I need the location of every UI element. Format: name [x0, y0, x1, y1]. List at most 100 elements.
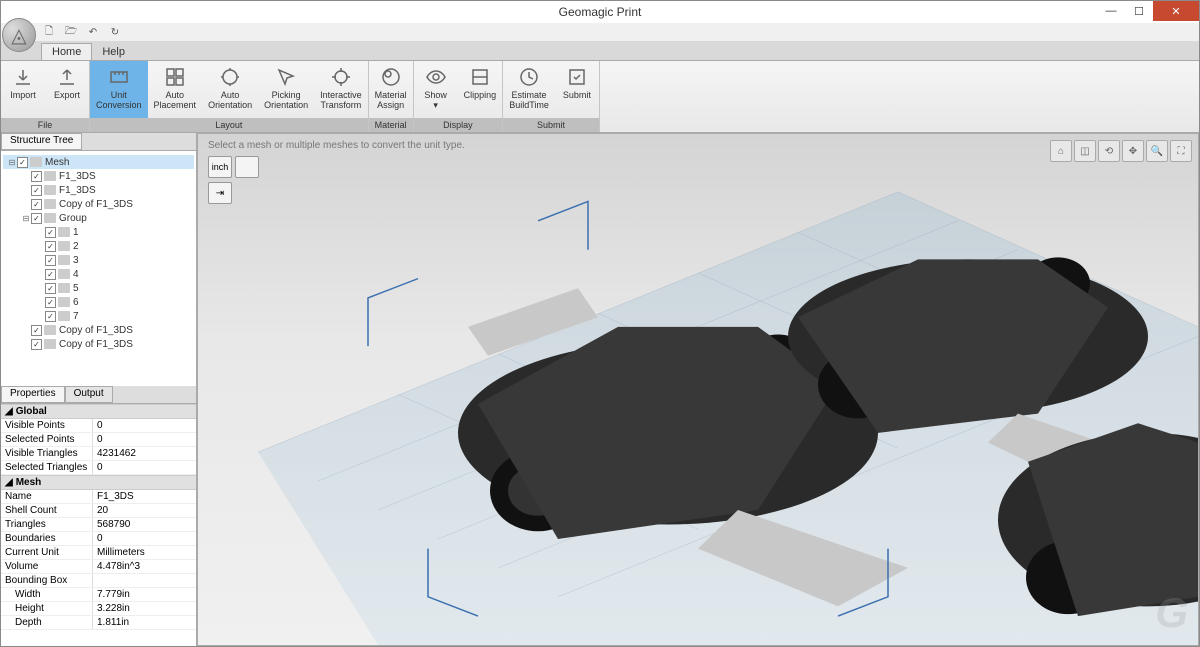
view-zoom-icon[interactable]: 🔍 [1146, 140, 1168, 162]
close-button[interactable]: ✕ [1153, 1, 1199, 21]
view-rotate-icon[interactable]: ⟲ [1098, 140, 1120, 162]
maximize-button[interactable]: ☐ [1125, 1, 1153, 21]
prop-section-header[interactable]: ◢Global [1, 404, 196, 419]
checkbox[interactable]: ✓ [45, 297, 56, 308]
quick-access-toolbar: 🗋 🗁 ↶ ↻ [1, 23, 1199, 41]
expand-icon[interactable]: ⊟ [21, 214, 31, 223]
picking-orientation-button[interactable]: PickingOrientation [258, 61, 314, 118]
minimize-button[interactable]: — [1097, 1, 1125, 21]
unit-mm-button[interactable] [235, 156, 259, 178]
prop-key: Width [1, 588, 93, 601]
view-pan-icon[interactable]: ✥ [1122, 140, 1144, 162]
undo-icon[interactable]: ↶ [85, 25, 101, 39]
view-cube-icon[interactable]: ◫ [1074, 140, 1096, 162]
tree-item[interactable]: ✓Copy of F1_3DS [3, 337, 194, 351]
tree-item-label: 4 [73, 269, 79, 280]
prop-key: Boundaries [1, 532, 93, 545]
material-assign-button[interactable]: MaterialAssign [369, 61, 413, 118]
view-fit-icon[interactable]: ⛶ [1170, 140, 1192, 162]
checkbox[interactable]: ✓ [31, 339, 42, 350]
prop-key: Selected Triangles [1, 461, 93, 474]
checkbox[interactable]: ✓ [45, 311, 56, 322]
prop-value: 7.779in [93, 588, 196, 601]
auto-orientation-button[interactable]: AutoOrientation [202, 61, 258, 118]
checkbox[interactable]: ✓ [31, 185, 42, 196]
unit-inch-button[interactable]: inch [208, 156, 232, 178]
view-home-icon[interactable]: ⌂ [1050, 140, 1072, 162]
checkbox[interactable]: ✓ [45, 269, 56, 280]
tree-item[interactable]: ✓F1_3DS [3, 183, 194, 197]
unit-button-row: inch [208, 156, 259, 178]
properties-panel: Properties Output ◢GlobalVisible Points0… [1, 386, 196, 646]
tree-item[interactable]: ✓F1_3DS [3, 169, 194, 183]
prop-row: Boundaries0 [1, 532, 196, 546]
expand-icon[interactable]: ⊟ [7, 158, 17, 167]
tree-item[interactable]: ✓3 [3, 253, 194, 267]
checkbox[interactable]: ✓ [31, 171, 42, 182]
unit-icon [107, 65, 131, 89]
import-button[interactable]: Import [1, 61, 45, 118]
collapse-icon: ◢ [5, 477, 13, 488]
tree-item[interactable]: ⊟✓Mesh [3, 155, 194, 169]
tree-item-label: Group [59, 213, 87, 224]
mesh-icon [58, 227, 70, 237]
checkbox[interactable]: ✓ [45, 283, 56, 294]
redo-icon[interactable]: ↻ [107, 25, 123, 39]
unit-conversion-button[interactable]: UnitConversion [90, 61, 148, 118]
new-icon[interactable]: 🗋 [41, 25, 57, 39]
structure-tree-tab[interactable]: Structure Tree [1, 133, 82, 150]
mesh-icon [58, 297, 70, 307]
viewport-3d[interactable]: Select a mesh or multiple meshes to conv… [197, 133, 1199, 646]
prop-value: 568790 [93, 518, 196, 531]
checkbox[interactable]: ✓ [31, 199, 42, 210]
clipping-button[interactable]: Clipping [458, 61, 503, 118]
auto-placement-button[interactable]: AutoPlacement [148, 61, 203, 118]
estimate-buildtime-button[interactable]: EstimateBuildTime [503, 61, 555, 118]
interactive-transform-button[interactable]: InteractiveTransform [314, 61, 368, 118]
prop-section-header[interactable]: ◢Mesh [1, 475, 196, 490]
output-tab[interactable]: Output [65, 386, 113, 403]
show-button[interactable]: Show▾ [414, 61, 458, 118]
tree-item-label: 5 [73, 283, 79, 294]
ribbon-button-label: Export [54, 91, 80, 101]
prop-row: Selected Triangles0 [1, 461, 196, 475]
checkbox[interactable]: ✓ [45, 227, 56, 238]
properties-tab[interactable]: Properties [1, 386, 65, 403]
clipping-icon [468, 65, 492, 89]
checkbox[interactable]: ✓ [31, 213, 42, 224]
tree-item[interactable]: ⊟✓ Group [3, 211, 194, 225]
tree-item[interactable]: ✓7 [3, 309, 194, 323]
ribbon-button-label: UnitConversion [96, 91, 142, 111]
tree-item[interactable]: ✓Copy of F1_3DS [3, 197, 194, 211]
tab-home[interactable]: Home [41, 43, 92, 60]
ribbon-group-label: Submit [503, 118, 599, 132]
checkbox[interactable]: ✓ [45, 255, 56, 266]
ribbon: Import Export File UnitConversion AutoPlacem… [1, 61, 1199, 133]
prop-row: Selected Points0 [1, 433, 196, 447]
ribbon-group-display: Show▾ClippingDisplay [414, 61, 504, 132]
submit-button[interactable]: Submit [555, 61, 599, 118]
ribbon-group-label: Layout [90, 118, 368, 132]
tree-item[interactable]: ✓2 [3, 239, 194, 253]
app-logo[interactable]: ◬ [2, 18, 36, 52]
mesh-icon [44, 199, 56, 209]
structure-tree[interactable]: ⊟✓Mesh✓F1_3DS✓F1_3DS✓Copy of F1_3DS⊟✓Gro… [1, 151, 196, 386]
tree-item-label: 7 [73, 311, 79, 322]
ribbon-group-label: File [1, 118, 89, 132]
tree-item[interactable]: ✓1 [3, 225, 194, 239]
export-button[interactable]: Export [45, 61, 89, 118]
unit-convert-button[interactable]: ⇥ [208, 182, 232, 204]
checkbox[interactable]: ✓ [17, 157, 28, 168]
tree-item[interactable]: ✓5 [3, 281, 194, 295]
tree-item[interactable]: ✓Copy of F1_3DS [3, 323, 194, 337]
mesh-icon [44, 339, 56, 349]
prop-key: Volume [1, 560, 93, 573]
open-icon[interactable]: 🗁 [63, 25, 79, 39]
tree-item[interactable]: ✓4 [3, 267, 194, 281]
checkbox[interactable]: ✓ [45, 241, 56, 252]
view-toolbar: ⌂ ◫ ⟲ ✥ 🔍 ⛶ [1050, 140, 1192, 162]
tree-item[interactable]: ✓6 [3, 295, 194, 309]
tab-help[interactable]: Help [92, 44, 135, 60]
prop-key: Depth [1, 616, 93, 629]
checkbox[interactable]: ✓ [31, 325, 42, 336]
